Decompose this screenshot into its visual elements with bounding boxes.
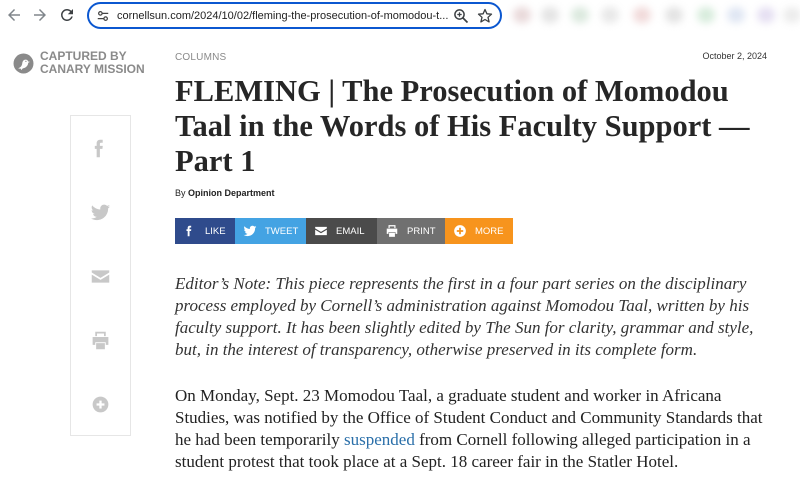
publish-date: October 2, 2024 bbox=[702, 51, 767, 61]
forward-button[interactable] bbox=[31, 6, 49, 24]
paragraph-line: student protest that took place at a Sep… bbox=[175, 452, 679, 471]
paragraph-line: he had been temporarily suspended from C… bbox=[175, 429, 763, 451]
watermark-text: CAPTURED BY CANARY MISSION bbox=[40, 50, 145, 76]
sidebar-share-twitter[interactable] bbox=[71, 180, 130, 244]
canary-mission-logo-icon bbox=[13, 53, 34, 74]
sidebar-share-print[interactable] bbox=[71, 308, 130, 372]
facebook-icon bbox=[183, 224, 197, 238]
plus-circle-icon bbox=[92, 396, 109, 412]
paragraph-text: he had been temporarily bbox=[175, 430, 344, 449]
byline-prefix: By bbox=[175, 188, 186, 198]
title-line: Part 1 bbox=[175, 144, 256, 178]
editors-note-line: faculty support. It has been slightly ed… bbox=[175, 318, 754, 337]
email-icon bbox=[314, 224, 328, 238]
back-arrow-icon bbox=[8, 9, 20, 21]
byline: By Opinion Department bbox=[175, 187, 275, 199]
bookmark-star-button[interactable] bbox=[477, 8, 493, 24]
zoom-button[interactable] bbox=[453, 8, 469, 24]
share-bar: LIKE TWEET EMAIL PRINT MORE bbox=[175, 218, 513, 244]
zoom-icon bbox=[454, 9, 469, 24]
share-like-label: LIKE bbox=[205, 225, 226, 237]
share-tweet-label: TWEET bbox=[265, 225, 299, 237]
back-button[interactable] bbox=[5, 6, 23, 24]
share-more-button[interactable]: MORE bbox=[445, 218, 513, 244]
watermark-line-2: CANARY MISSION bbox=[40, 62, 145, 76]
share-more-label: MORE bbox=[475, 225, 504, 237]
print-icon bbox=[92, 331, 109, 349]
star-icon bbox=[477, 8, 493, 23]
article-title: FLEMING | The Prosecution of Momodou Taa… bbox=[175, 74, 750, 179]
url-text[interactable]: cornellsun.com/2024/10/02/fleming-the-pr… bbox=[117, 9, 451, 23]
editors-note-line: Editor’s Note: This piece represents the… bbox=[175, 274, 747, 293]
facebook-icon bbox=[94, 139, 103, 157]
plus-circle-icon bbox=[453, 224, 467, 238]
site-settings-icon bbox=[97, 10, 109, 21]
floating-share-sidebar bbox=[70, 115, 131, 436]
address-bar[interactable]: cornellsun.com/2024/10/02/fleming-the-pr… bbox=[87, 2, 502, 29]
print-icon bbox=[385, 224, 399, 238]
editors-note: Editor’s Note: This piece represents the… bbox=[175, 273, 753, 361]
share-email-button[interactable]: EMAIL bbox=[306, 218, 377, 244]
twitter-icon bbox=[243, 224, 257, 238]
blurred-extension-icons bbox=[505, 0, 800, 31]
sidebar-share-facebook[interactable] bbox=[71, 116, 130, 180]
share-email-label: EMAIL bbox=[336, 225, 365, 237]
email-icon bbox=[91, 269, 110, 283]
paragraph-line: Studies, was notified by the Office of S… bbox=[175, 408, 763, 427]
sidebar-share-email[interactable] bbox=[71, 244, 130, 308]
site-settings-button[interactable] bbox=[96, 9, 110, 23]
title-line: Taal in the Words of His Faculty Support… bbox=[175, 109, 750, 143]
sidebar-share-more[interactable] bbox=[71, 372, 130, 436]
share-like-button[interactable]: LIKE bbox=[175, 218, 235, 244]
forward-arrow-icon bbox=[34, 9, 46, 21]
share-tweet-button[interactable]: TWEET bbox=[235, 218, 306, 244]
section-label[interactable]: COLUMNS bbox=[175, 52, 226, 64]
share-print-button[interactable]: PRINT bbox=[377, 218, 445, 244]
reload-button[interactable] bbox=[58, 6, 76, 24]
paragraph-line: On Monday, Sept. 23 Momodou Taal, a grad… bbox=[175, 386, 722, 405]
paragraph-text: from Cornell following alleged participa… bbox=[414, 430, 751, 449]
author-link[interactable]: Opinion Department bbox=[188, 188, 275, 198]
editors-note-line: but, in the interest of transparency, ot… bbox=[175, 340, 698, 359]
browser-toolbar: cornellsun.com/2024/10/02/fleming-the-pr… bbox=[0, 0, 800, 31]
share-print-label: PRINT bbox=[407, 225, 436, 237]
reload-icon bbox=[61, 9, 73, 21]
twitter-icon bbox=[90, 204, 111, 220]
suspended-link[interactable]: suspended bbox=[344, 430, 415, 449]
editors-note-line: process employed by Cornell’s administra… bbox=[175, 296, 750, 315]
title-line: FLEMING | The Prosecution of Momodou bbox=[175, 74, 729, 108]
body-paragraph: On Monday, Sept. 23 Momodou Taal, a grad… bbox=[175, 385, 763, 473]
